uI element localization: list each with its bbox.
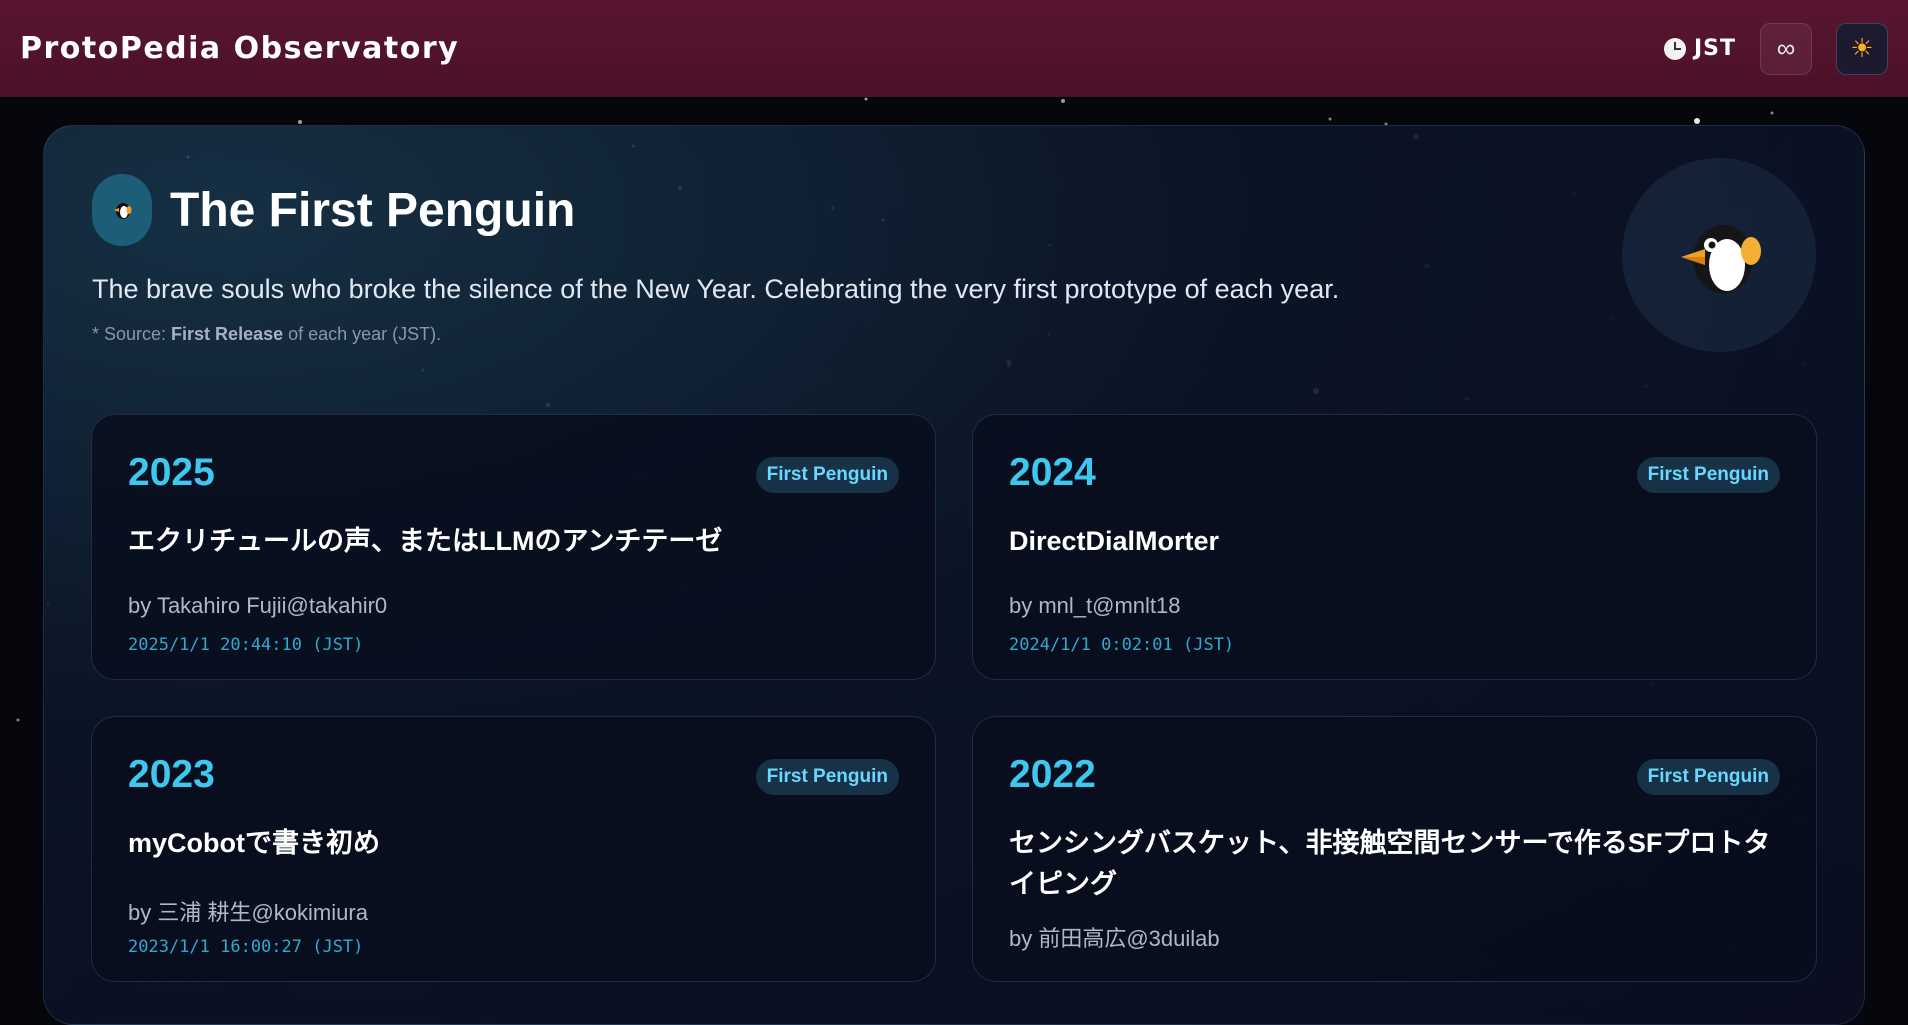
penguin-icon: [92, 174, 152, 246]
release-timestamp: 2024/1/1 0:02:01 (JST): [1009, 635, 1235, 655]
release-timestamp: 2023/1/1 16:00:27 (JST): [128, 937, 364, 957]
prototype-title[interactable]: myCobotで書き初め: [128, 823, 898, 864]
header-controls: JST ∞ ☀: [1663, 22, 1888, 75]
top-header: ProtoPedia Observatory JST ∞ ☀: [0, 0, 1908, 97]
infinity-icon: ∞: [1776, 33, 1796, 63]
penguin-card-2024[interactable]: 2024 First Penguin DirectDialMorter by m…: [972, 414, 1817, 680]
release-timestamp: 2025/1/1 20:44:10 (JST): [128, 635, 364, 655]
card-year: 2022: [1009, 753, 1096, 796]
author-line: by Takahiro Fujii@takahir0: [128, 593, 388, 618]
section-title: The First Penguin: [170, 183, 576, 237]
theme-toggle-button[interactable]: ☀: [1836, 22, 1888, 75]
card-year: 2025: [128, 451, 215, 494]
penguin-card-2023[interactable]: 2023 First Penguin myCobotで書き初め by 三浦 耕生…: [91, 716, 936, 982]
card-year: 2023: [128, 753, 215, 796]
section-description: The brave souls who broke the silence of…: [92, 274, 1340, 304]
sun-icon: ☀: [1850, 33, 1874, 63]
source-note: * Source: First Release of each year (JS…: [92, 324, 442, 344]
prototype-title[interactable]: DirectDialMorter: [1009, 521, 1779, 562]
section-heading: The First Penguin: [92, 174, 575, 246]
author-line: by mnl_t@mnlt18: [1009, 593, 1181, 618]
source-highlight: First Release: [171, 324, 284, 344]
first-penguin-badge: First Penguin: [1636, 759, 1780, 795]
card-year: 2024: [1009, 451, 1096, 494]
first-penguin-badge: First Penguin: [1636, 457, 1780, 493]
timezone-label: JST: [1693, 36, 1736, 61]
infinity-button[interactable]: ∞: [1760, 22, 1812, 75]
penguin-emblem: [1622, 158, 1816, 352]
first-penguin-badge: First Penguin: [755, 457, 899, 493]
author-line: by 前田高広@3duilab: [1009, 926, 1220, 951]
author-line: by 三浦 耕生@kokimiura: [128, 900, 368, 925]
app-brand[interactable]: ProtoPedia Observatory: [20, 31, 459, 66]
prototype-title[interactable]: エクリチュールの声、またはLLMのアンチテーゼ: [128, 521, 898, 562]
timezone-toggle[interactable]: JST: [1663, 36, 1736, 61]
penguin-illustration-icon: [1681, 225, 1761, 293]
penguin-card-2025[interactable]: 2025 First Penguin エクリチュールの声、またはLLMのアンチテ…: [91, 414, 936, 680]
clock-icon: [1663, 37, 1686, 60]
penguin-card-2022[interactable]: 2022 First Penguin センシングバスケット、非接触空間センサーで…: [972, 716, 1817, 982]
first-penguin-badge: First Penguin: [755, 759, 899, 795]
prototype-title[interactable]: センシングバスケット、非接触空間センサーで作るSFプロトタイピング: [1009, 823, 1779, 905]
